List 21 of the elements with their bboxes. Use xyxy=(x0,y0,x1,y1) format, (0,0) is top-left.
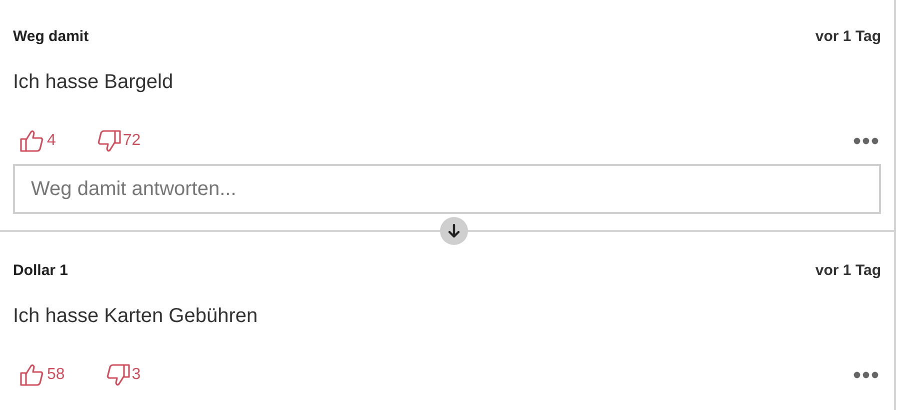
comment-time: vor 1 Tag xyxy=(815,260,881,281)
like-button[interactable]: 58 xyxy=(19,363,65,387)
comment-text: Ich hasse Karten Gebühren xyxy=(13,304,258,329)
like-button[interactable]: 4 xyxy=(19,129,56,153)
dislike-button[interactable]: 72 xyxy=(96,129,141,153)
comment-time: vor 1 Tag xyxy=(815,26,881,47)
expand-button[interactable] xyxy=(440,217,468,245)
reply-field[interactable]: Weg damit antworten... xyxy=(13,164,881,214)
comment-author: Dollar 1 xyxy=(13,260,68,281)
more-options-button[interactable] xyxy=(851,369,881,381)
comment-text: Ich hasse Bargeld xyxy=(13,70,174,95)
dislike-button[interactable]: 3 xyxy=(104,363,141,387)
thumbs-up-icon xyxy=(19,363,45,387)
thumbs-down-icon xyxy=(96,129,122,153)
thumbs-up-icon xyxy=(19,129,45,153)
more-options-icon xyxy=(853,137,879,145)
comment-author: Weg damit xyxy=(13,26,89,47)
more-options-button[interactable] xyxy=(851,135,881,147)
thumbs-down-icon xyxy=(104,363,131,387)
down-arrow-icon xyxy=(448,224,460,238)
more-options-icon xyxy=(853,371,879,379)
